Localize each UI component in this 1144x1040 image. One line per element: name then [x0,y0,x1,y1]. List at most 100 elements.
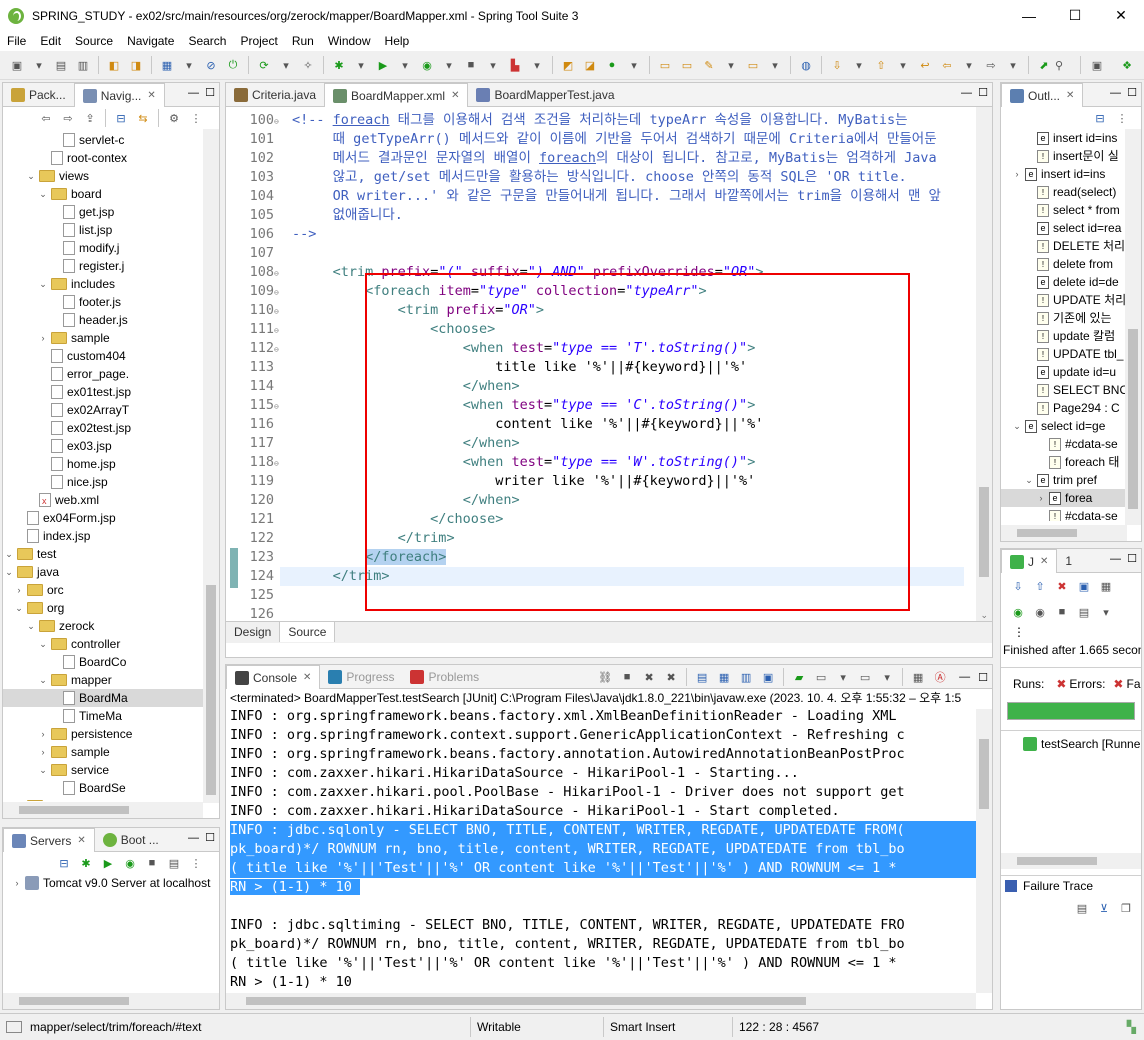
collapse-icon[interactable]: ⌄ [37,761,49,779]
expand-icon[interactable]: ⌄ [1011,417,1023,435]
menu-run[interactable]: Run [285,34,321,48]
console-output[interactable]: INFO : org.springframework.beans.factory… [226,707,992,989]
tree-item[interactable]: ex03.jsp [3,437,219,455]
pin-console-icon[interactable]: ▰ [790,668,808,686]
collapse-icon[interactable]: ⌄ [37,275,49,293]
fold-icon[interactable]: ⊖ [274,340,284,359]
console-tab[interactable]: Problems [402,666,487,688]
maximize-icon[interactable]: ☐ [205,831,215,844]
fold-icon[interactable]: ⊖ [274,264,284,283]
navigator-vscrollbar[interactable] [203,129,219,803]
progress-icon[interactable]: ▚ [1127,1020,1136,1034]
globe-icon[interactable]: ◍ [797,56,815,74]
view-menu-icon[interactable]: ⋮ [187,109,205,127]
debug-icon[interactable]: ✱ [330,56,348,74]
editor-vscrollbar[interactable] [976,107,992,621]
minimize-icon[interactable]: — [1110,87,1121,99]
tree-item[interactable]: › resources [3,797,219,801]
tab-navigator[interactable]: Navig... ✕ [73,83,165,107]
tree-item[interactable]: ⌄ java [3,563,219,581]
collapse-icon[interactable]: ⌄ [37,185,49,203]
tree-item[interactable]: nice.jsp [3,473,219,491]
spring-boot-icon[interactable]: ⏻ [224,56,242,74]
tree-item[interactable]: get.jsp [3,203,219,221]
menu-navigate[interactable]: Navigate [120,34,181,48]
dropdown-arrow-icon[interactable]: ▾ [30,56,48,74]
console-grid-icon[interactable]: ▦ [909,668,927,686]
expand-icon[interactable]: › [37,725,49,743]
debug-server-icon[interactable]: ✱ [77,854,95,872]
fold-icon[interactable]: ⊖ [274,283,284,302]
close-icon[interactable]: ✕ [451,90,459,101]
open-console-icon[interactable]: ▭ [856,668,874,686]
outline-item[interactable]: ! select * from [1001,201,1141,219]
server-item[interactable]: › Tomcat v9.0 Server at localhost [3,874,219,892]
navigator-hscrollbar[interactable] [3,802,203,818]
start-server-icon[interactable]: ▶ [99,854,117,872]
collapse-all-icon[interactable]: ⊟ [1091,109,1109,127]
outline-item[interactable]: ! update 칼럼 [1001,327,1141,345]
dropdown-arrow-icon[interactable]: ▾ [1004,56,1022,74]
display-console-icon[interactable]: ▭ [812,668,830,686]
tree-item[interactable]: web.xml [3,491,219,510]
tree-item[interactable]: ⌄ includes [3,275,219,293]
new-class-icon[interactable]: ● [603,56,621,74]
console-tab[interactable]: Progress [320,666,402,688]
tree-item[interactable]: ex02ArrayT [3,401,219,419]
remove-launch-icon[interactable]: ✖ [640,668,658,686]
dropdown-arrow-icon[interactable]: ▾ [834,668,852,686]
scroll-down-icon[interactable]: ⌄ [980,610,988,621]
collapse-icon[interactable]: ⌄ [13,599,25,617]
dropdown-arrow-icon[interactable]: ▾ [625,56,643,74]
tree-item[interactable]: index.jsp [3,527,219,545]
tree-item[interactable]: modify.j [3,239,219,257]
minimize-icon[interactable]: — [959,671,970,683]
tree-item[interactable]: ⌄ board [3,185,219,203]
outline-item[interactable]: e select id=rea [1001,219,1141,237]
fold-icon[interactable]: ⊖ [274,321,284,340]
history-icon[interactable]: ▤ [1075,603,1093,621]
expand-icon[interactable]: › [37,743,49,761]
outline-item[interactable]: ⌄ e select id=ge [1001,417,1141,435]
view-menu-icon[interactable]: ⋮ [187,854,205,872]
dropdown-arrow-icon[interactable]: ▾ [722,56,740,74]
tree-item[interactable]: ex02test.jsp [3,419,219,437]
last-edit-icon[interactable]: ↩ [916,56,934,74]
close-icon[interactable]: ✕ [1040,556,1048,567]
expand-icon[interactable]: › [1011,165,1023,183]
outline-item[interactable]: ! DELETE 처리 [1001,237,1141,255]
outline-item[interactable]: ! SELECT BNO [1001,381,1141,399]
dropdown-arrow-icon[interactable]: ▾ [766,56,784,74]
tab-package-explorer[interactable]: Pack... [3,84,74,106]
tree-item[interactable]: home.jsp [3,455,219,473]
dropdown-arrow-icon[interactable]: ▾ [960,56,978,74]
tree-item[interactable]: › orc [3,581,219,599]
run-icon[interactable]: ▶ [374,56,392,74]
outline-item[interactable]: ! Page294 : C [1001,399,1141,417]
expand-icon[interactable]: › [13,581,25,599]
dropdown-arrow-icon[interactable]: ▾ [878,668,896,686]
prev-failure-icon[interactable]: ⇧ [1031,577,1049,595]
minimize-icon[interactable]: — [961,87,972,99]
new-package-icon[interactable]: ◪ [581,56,599,74]
tree-item[interactable]: ⌄ zerock [3,617,219,635]
refresh-icon[interactable]: ⟳ [255,56,273,74]
stop-server-icon[interactable]: ■ [143,854,161,872]
copy-trace-icon[interactable]: ❐ [1117,899,1135,917]
tab-boot-dashboard[interactable]: Boot ... [95,829,167,851]
code-area[interactable]: 100 ⊖ <!-- foreach 태그를 이용해서 검색 조건을 처리하는데 t… [226,107,992,621]
search-folder-icon[interactable]: ▭ [744,56,762,74]
outline-hscrollbar[interactable] [1001,525,1127,541]
tree-item[interactable]: custom404 [3,347,219,365]
external-tools-icon[interactable]: ▙ [506,56,524,74]
save-all-icon[interactable]: ▥ [74,56,92,74]
collapse-icon[interactable]: ⌄ [3,545,15,563]
clear-console-icon[interactable]: ▤ [693,668,711,686]
tab-other-view[interactable]: 1 [1057,550,1080,572]
fold-icon[interactable]: ⊖ [274,397,284,416]
collapse-icon[interactable]: ⌄ [37,671,49,689]
next-failure-icon[interactable]: ⇩ [1009,577,1027,595]
minimize-icon[interactable]: — [1110,553,1121,565]
next-annotation-icon[interactable]: ⇩ [828,56,846,74]
junit-hscrollbar[interactable] [1001,853,1141,869]
